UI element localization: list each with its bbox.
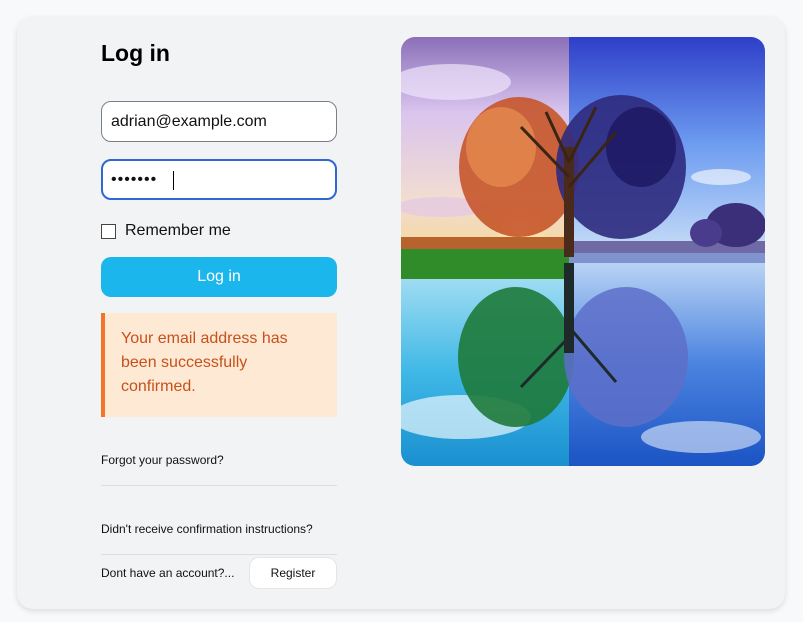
login-button[interactable]: Log in	[101, 257, 337, 297]
text-cursor	[173, 171, 174, 190]
remember-me-label[interactable]: Remember me	[125, 222, 231, 240]
login-form: Log in Remember me Log in Your email add…	[101, 39, 337, 589]
remember-me-checkbox[interactable]	[101, 223, 116, 239]
divider	[101, 485, 337, 486]
four-seasons-tree-image	[401, 37, 765, 466]
page-title: Log in	[101, 40, 170, 66]
no-account-text: Dont have an account?...	[101, 566, 235, 580]
email-field[interactable]	[101, 101, 337, 142]
login-card: Log in Remember me Log in Your email add…	[17, 17, 785, 609]
register-row: Dont have an account?... Register	[101, 557, 337, 589]
forgot-password-link[interactable]: Forgot your password?	[101, 453, 224, 467]
confirmation-instructions-link[interactable]: Didn't receive confirmation instructions…	[101, 522, 313, 536]
divider	[101, 554, 337, 555]
confirmation-alert: Your email address has been successfully…	[101, 313, 337, 417]
password-field[interactable]	[101, 159, 337, 200]
register-button[interactable]: Register	[249, 557, 337, 589]
remember-me-row[interactable]: Remember me	[101, 221, 231, 241]
